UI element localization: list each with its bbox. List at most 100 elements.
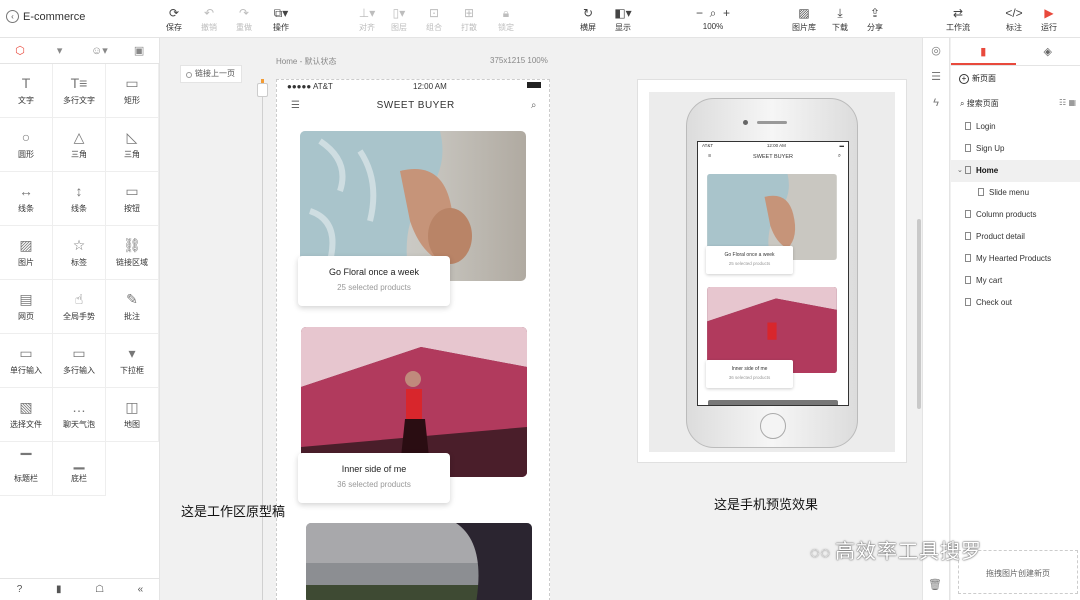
card-title: Go Floral once a week (328, 267, 420, 277)
gesture-icon: ☝ (74, 291, 84, 307)
page-item[interactable]: Check out (951, 292, 1080, 314)
tab-basic-components[interactable]: ⬡ (0, 38, 40, 63)
back-to-projects[interactable]: ‹ E-commerce (6, 10, 85, 23)
page-item[interactable]: Slide menu (951, 182, 1080, 204)
preview-screen[interactable]: AT&T 12:00 AM ▬ ≡ SWEET BUYER ⌕ Go Flora… (697, 141, 849, 406)
new-page-button[interactable]: + 新页面 (951, 66, 1080, 94)
ungroup-button[interactable]: ⊞ 打散 (452, 5, 486, 33)
link-icon: ⛓ (123, 237, 141, 253)
lightning-icon[interactable]: ϟ (923, 90, 949, 116)
component-single-input[interactable]: ▭ 单行输入 (0, 334, 53, 388)
canvas-scrollbar[interactable] (917, 219, 921, 409)
trash-icon[interactable]: 🗑︎ (928, 578, 942, 591)
page-item[interactable]: Column products (951, 204, 1080, 226)
download-button[interactable]: ⤓ 下载 (823, 5, 857, 33)
canvas-workspace[interactable]: Home - 默认状态 375x1215 100% 链接上一页 ●●●●● AT… (161, 39, 921, 600)
save-icon: ⟳ (168, 6, 180, 20)
component-link[interactable]: ⛓ 链接区域 (106, 226, 159, 280)
page-icon (965, 210, 971, 218)
align-button[interactable]: ⊥▾ 对齐 (350, 5, 384, 33)
share-button[interactable]: ⇪ 分享 (858, 5, 892, 33)
prototype-artboard[interactable]: ●●●●● AT&T 12:00 AM ☰ SWEET BUYER ⌕ Go F… (276, 79, 550, 600)
dropdown-icon: ▾ (128, 345, 136, 361)
run-button[interactable]: ▶ 运行 (1032, 5, 1066, 33)
camera-icon (743, 120, 748, 125)
preview-card-title: Inner side of me (731, 366, 768, 372)
settings-sliders-icon[interactable]: ☰ (923, 64, 949, 90)
layer-button[interactable]: ▯▾ 图层 (382, 5, 416, 33)
lock-button[interactable]: 🔒︎ 锁定 (489, 5, 523, 33)
link-previous-page-button[interactable]: 链接上一页 (180, 65, 242, 83)
page-item[interactable]: Product detail (951, 226, 1080, 248)
component-text[interactable]: T 文字 (0, 64, 53, 118)
component-file[interactable]: ▧ 选择文件 (0, 388, 53, 442)
app-header: ☰ SWEET BUYER ⌕ (277, 92, 549, 118)
book-icon[interactable]: ▮ (56, 584, 62, 595)
target-icon[interactable]: ◎ (923, 38, 949, 64)
zoom-control[interactable]: − ⌕ +100% (688, 5, 738, 31)
preview-header: ≡ SWEET BUYER ⌕ (698, 149, 848, 166)
page-item[interactable]: My cart (951, 270, 1080, 292)
play-icon: ▶ (1044, 6, 1054, 20)
image-library-button[interactable]: ▨ 图片库 (787, 5, 821, 33)
tab-my-components[interactable]: ▣ (119, 38, 159, 63)
circle-icon: ○ (21, 129, 31, 145)
preview-title: SWEET BUYER (753, 154, 793, 160)
component-titlebar[interactable]: ▔ 标题栏 (0, 442, 53, 496)
component-right-triangle[interactable]: ◺ 三角 (106, 118, 159, 172)
component-label: 底栏 (71, 474, 87, 483)
display-button[interactable]: ◧▾ 显示 (606, 5, 640, 33)
annotate-button[interactable]: </> 标注 (997, 5, 1031, 33)
save-button[interactable]: ⟳ 保存 (157, 5, 191, 33)
tab-pages[interactable]: ▮ (951, 38, 1016, 65)
workflow-button[interactable]: ⇄ 工作流 (941, 5, 975, 33)
page-item[interactable]: ⌄ Home (951, 160, 1080, 182)
component-button[interactable]: ▭ 按钮 (106, 172, 159, 226)
component-label: 选择文件 (10, 420, 42, 429)
page-icon (965, 166, 971, 174)
component-multi-input[interactable]: ▭ 多行输入 (53, 334, 106, 388)
product-card-image[interactable] (306, 523, 532, 600)
search-pages-input[interactable]: ⌕ 搜索页面 ☷ ▦ (951, 94, 1080, 112)
page-item[interactable]: My Hearted Products (951, 248, 1080, 270)
component-map[interactable]: ◫ 地图 (106, 388, 159, 442)
help-icon[interactable]: ? (17, 584, 23, 595)
component-bottombar[interactable]: ▁ 底栏 (53, 442, 106, 496)
group-button[interactable]: ⊡ 组合 (417, 5, 451, 33)
component-dropdown[interactable]: ▾ 下拉框 (106, 334, 159, 388)
page-item[interactable]: Sign Up (951, 138, 1080, 160)
component-chat-bubble[interactable]: … 聊天气泡 (53, 388, 106, 442)
menu-icon[interactable]: ☰ (291, 100, 300, 111)
component-comment[interactable]: ✎ 批注 (106, 280, 159, 334)
component-label: 标题栏 (14, 474, 38, 483)
tab-icons[interactable]: ☺▾ (80, 38, 120, 63)
component-star[interactable]: ☆ 标签 (53, 226, 106, 280)
tab-ios-components[interactable]: ▾ (40, 38, 80, 63)
chevron-down-icon[interactable]: ⌄ (957, 160, 963, 182)
robot-icon[interactable]: ☖ (95, 584, 104, 595)
page-item[interactable]: Login (951, 116, 1080, 138)
component-vertical-line[interactable]: ↕ 线条 (53, 172, 106, 226)
component-gesture[interactable]: ☝ 全局手势 (53, 280, 106, 334)
page-height-handle[interactable] (257, 83, 268, 97)
component-rectangle[interactable]: ▭ 矩形 (106, 64, 159, 118)
component-triangle[interactable]: △ 三角 (53, 118, 106, 172)
component-image[interactable]: ▨ 图片 (0, 226, 53, 280)
component-label: 圆形 (18, 150, 34, 159)
component-horizontal-line[interactable]: ↔ 线条 (0, 172, 53, 226)
component-webpage[interactable]: ▤ 网页 (0, 280, 53, 334)
search-icon[interactable]: ⌕ (531, 100, 537, 111)
single-input-icon: ▭ (19, 345, 33, 361)
landscape-button[interactable]: ↻ 横屏 (571, 5, 605, 33)
tab-layers[interactable]: ◈ (1016, 38, 1080, 65)
component-circle[interactable]: ○ 圆形 (0, 118, 53, 172)
component-label: 聊天气泡 (63, 420, 95, 429)
collapse-icon[interactable]: « (138, 584, 144, 595)
redo-button[interactable]: ↷ 重做 (227, 5, 261, 33)
component-icon: ▣ (133, 45, 145, 57)
component-multiline-text[interactable]: T≡ 多行文字 (53, 64, 106, 118)
zoom-icon: − ⌕ + (695, 6, 731, 20)
undo-button[interactable]: ↶ 撤销 (192, 5, 226, 33)
operate-button[interactable]: ⧉▾ 操作 (264, 5, 298, 33)
list-view-icon[interactable]: ☷ ▦ (1059, 98, 1076, 107)
